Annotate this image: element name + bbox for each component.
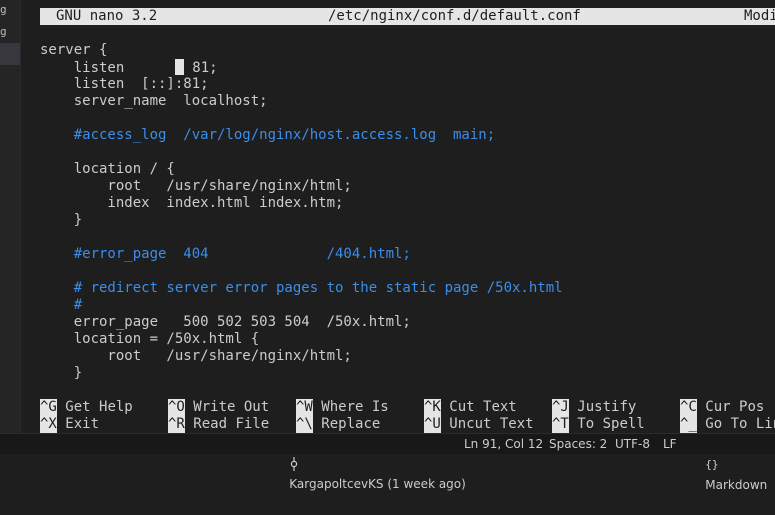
code-line: location / { bbox=[40, 161, 175, 177]
braces-icon: {} bbox=[705, 458, 719, 471]
shortcut-get-help[interactable]: ^G Get Help bbox=[40, 399, 133, 416]
shortcut-go-to-line[interactable]: ^_ Go To Lin bbox=[680, 416, 775, 433]
shortcut-label: Get Help bbox=[65, 399, 133, 415]
shortcut-to-spell[interactable]: ^T To Spell bbox=[552, 416, 645, 433]
git-commit-icon bbox=[291, 457, 298, 471]
code-line: } bbox=[40, 212, 83, 228]
shortcut-exit[interactable]: ^X Exit bbox=[40, 416, 99, 433]
code-comment-line: # bbox=[40, 297, 83, 313]
cursor-position[interactable]: Ln 91, Col 12 bbox=[464, 434, 543, 454]
code-line: error_page 500 502 503 504 /50x.html; bbox=[40, 314, 411, 330]
rail-glyph: g bbox=[0, 26, 7, 38]
shortcut-label: Exit bbox=[65, 416, 100, 432]
nano-filename: /etc/nginx/conf.d/default.conf bbox=[328, 8, 581, 24]
shortcut-key: ^J bbox=[552, 399, 569, 416]
left-rail: g g bbox=[0, 0, 21, 433]
nano-modified-indicator: Modi bbox=[744, 8, 775, 24]
shortcut-label: Write Out bbox=[193, 399, 270, 415]
nano-title-bar: GNU nano 3.2 /etc/nginx/conf.d/default.c… bbox=[40, 8, 775, 25]
shortcut-key: ^T bbox=[552, 416, 569, 433]
shortcut-cut-text[interactable]: ^K Cut Text bbox=[424, 399, 517, 416]
code-line: listen 81; bbox=[40, 59, 218, 76]
shortcut-uncut-text[interactable]: ^U Uncut Text bbox=[424, 416, 534, 433]
code-line: root /usr/share/nginx/html; bbox=[40, 348, 352, 364]
shortcut-label: Where Is bbox=[321, 399, 389, 415]
shortcut-label: Justify bbox=[577, 399, 637, 415]
shortcut-key: ^\ bbox=[296, 416, 313, 433]
shortcut-label: Replace bbox=[321, 416, 381, 432]
shortcut-key: ^R bbox=[168, 416, 185, 433]
encoding-setting[interactable]: UTF-8 bbox=[615, 434, 650, 454]
code-line: listen [::]:81; bbox=[40, 76, 209, 92]
status-bar: KargapoltcevKS (1 week ago) Ln 91, Col 1… bbox=[0, 433, 775, 492]
language-label: Markdown bbox=[705, 478, 768, 492]
shortcut-key: ^O bbox=[168, 399, 185, 416]
shortcut-label: Go To Lin bbox=[705, 416, 775, 432]
rail-glyph: g bbox=[0, 4, 7, 16]
shortcut-key: ^U bbox=[424, 416, 441, 433]
shortcut-read-file[interactable]: ^R Read File bbox=[168, 416, 269, 433]
code-segment: 81; bbox=[183, 60, 218, 76]
shortcut-label: Cut Text bbox=[449, 399, 517, 415]
rail-active-item[interactable] bbox=[0, 43, 20, 65]
shortcut-label: Read File bbox=[193, 416, 270, 432]
nano-version: GNU nano 3.2 bbox=[56, 8, 158, 24]
code-line: server_name localhost; bbox=[40, 93, 268, 109]
code-line: root /usr/share/nginx/html; bbox=[40, 178, 352, 194]
code-comment-line: # redirect server error pages to the sta… bbox=[40, 280, 563, 296]
code-line: location = /50x.html { bbox=[40, 331, 260, 347]
git-blame-text: KargapoltcevKS (1 week ago) bbox=[289, 477, 466, 491]
shortcut-cur-pos[interactable]: ^C Cur Pos bbox=[680, 399, 764, 416]
shortcut-label: Cur Pos bbox=[705, 399, 765, 415]
eol-setting[interactable]: LF bbox=[663, 434, 677, 454]
shortcut-label: Uncut Text bbox=[449, 416, 534, 432]
code-line: index index.html index.htm; bbox=[40, 195, 344, 211]
code-line: } bbox=[40, 365, 83, 381]
git-blame-item[interactable]: KargapoltcevKS (1 week ago) bbox=[274, 434, 466, 491]
code-comment-line: #error_page 404 /404.html; bbox=[40, 246, 411, 262]
code-line: server { bbox=[40, 42, 108, 58]
shortcut-key: ^G bbox=[40, 399, 57, 416]
text-cursor bbox=[174, 59, 184, 75]
shortcut-where-is[interactable]: ^W Where Is bbox=[296, 399, 389, 416]
language-mode[interactable]: {} Markdown bbox=[690, 434, 767, 492]
shortcut-key: ^X bbox=[40, 416, 57, 433]
integrated-terminal[interactable]: GNU nano 3.2 /etc/nginx/conf.d/default.c… bbox=[21, 0, 775, 433]
shortcut-label: To Spell bbox=[577, 416, 645, 432]
shortcut-key: ^W bbox=[296, 399, 313, 416]
shortcut-justify[interactable]: ^J Justify bbox=[552, 399, 636, 416]
shortcut-key: ^K bbox=[424, 399, 441, 416]
shortcut-replace[interactable]: ^\ Replace bbox=[296, 416, 380, 433]
shortcut-write-out[interactable]: ^O Write Out bbox=[168, 399, 269, 416]
indentation-setting[interactable]: Spaces: 2 bbox=[549, 434, 607, 454]
code-segment: listen bbox=[40, 60, 175, 76]
shortcut-key: ^_ bbox=[680, 416, 697, 433]
shortcut-key: ^C bbox=[680, 399, 697, 416]
code-comment-line: #access_log /var/log/nginx/host.access.l… bbox=[40, 127, 496, 143]
